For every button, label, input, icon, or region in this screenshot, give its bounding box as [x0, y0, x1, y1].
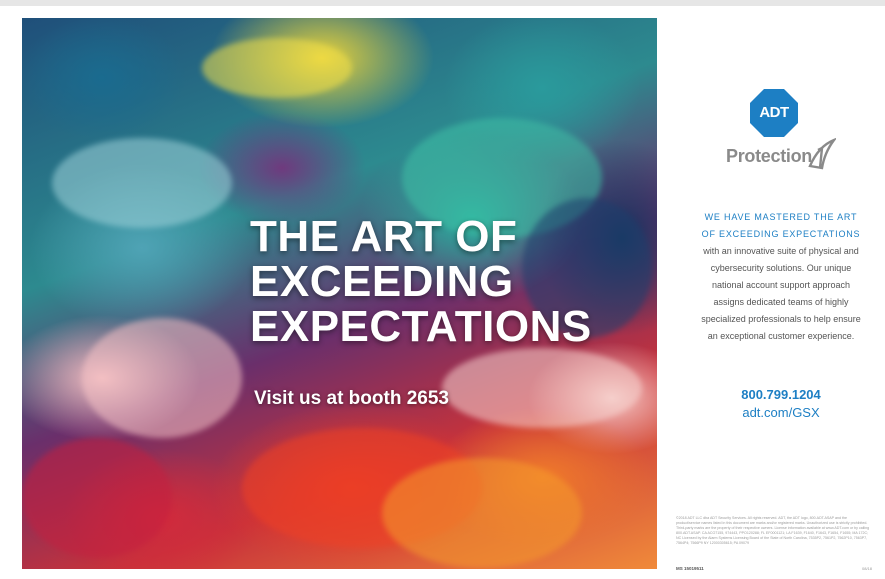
ad-page: THE ART OF EXCEEDING EXPECTATIONS Visit …: [0, 0, 885, 579]
booth-text: Visit us at booth 2653: [254, 388, 449, 409]
adt-logo: ADT: [750, 89, 798, 137]
headline-line-2: EXCEEDING: [250, 257, 514, 306]
headline: THE ART OF EXCEEDING EXPECTATIONS: [250, 214, 650, 349]
copy-line-4: assigns dedicated teams of highly: [713, 297, 849, 307]
copy-highlight-1: WE HAVE MASTERED THE ART: [704, 212, 858, 222]
protection-one-logo: Protection: [726, 146, 813, 166]
logo-text: ADT: [759, 104, 789, 121]
copy-line-2: cybersecurity solutions. Our unique: [710, 263, 852, 273]
copy-line-5: specialized professionals to help ensure: [701, 314, 861, 324]
one-swoosh-icon: [808, 138, 836, 170]
copy-line-6: an exceptional customer experience.: [707, 331, 855, 341]
copy-highlight-2: OF EXCEEDING EXPECTATIONS: [701, 229, 861, 239]
copy-line-1: with an innovative suite of physical and: [703, 246, 859, 256]
copy-line-3: national account support approach: [711, 280, 851, 290]
legal-date: 08/18: [862, 566, 873, 571]
body-copy: WE HAVE MASTERED THE ART OF EXCEEDING EX…: [670, 209, 885, 345]
phone-number: 800.799.1204: [741, 387, 821, 402]
headline-line-1: THE ART OF: [250, 212, 518, 261]
paint-art-image: THE ART OF EXCEEDING EXPECTATIONS Visit …: [22, 18, 657, 569]
website-url: adt.com/GSX: [742, 405, 820, 420]
headline-line-3: EXPECTATIONS: [250, 302, 592, 351]
top-strip: [0, 0, 885, 6]
legal-code: MS 15019511: [676, 566, 704, 571]
legal-text: ©2018 ADT LLC dba ADT Security Services.…: [676, 516, 870, 545]
